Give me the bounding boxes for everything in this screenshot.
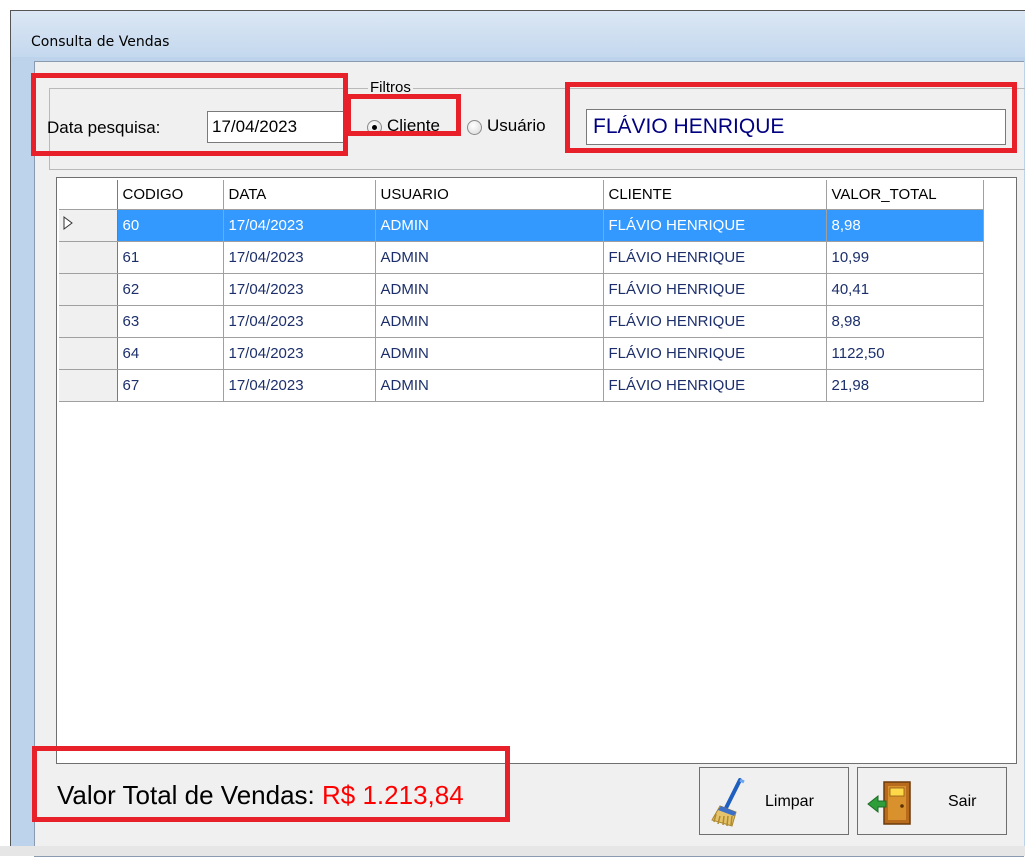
radio-usuario[interactable] — [467, 120, 482, 135]
cell-codigo[interactable]: 62 — [117, 273, 224, 306]
cell-cliente[interactable]: FLÁVIO HENRIQUE — [603, 273, 827, 306]
cell-usuario[interactable]: ADMIN — [375, 209, 604, 242]
cell-valor-total[interactable]: 1122,50 — [826, 337, 984, 370]
cell-codigo[interactable]: 61 — [117, 241, 224, 274]
table-row[interactable]: 61 17/04/2023 ADMIN FLÁVIO HENRIQUE 10,9… — [59, 241, 984, 274]
highlight-date-filter — [31, 73, 348, 156]
title-bar: Consulta de Vendas — [11, 11, 1025, 57]
col-header-valor-total[interactable]: VALOR_TOTAL — [826, 180, 984, 210]
cell-codigo[interactable]: 63 — [117, 305, 224, 338]
window-title: Consulta de Vendas — [31, 34, 170, 50]
window-bottom-edge — [0, 846, 1025, 856]
cell-data[interactable]: 17/04/2023 — [223, 337, 376, 370]
cell-data[interactable]: 17/04/2023 — [223, 241, 376, 274]
cell-valor-total[interactable]: 10,99 — [826, 241, 984, 274]
highlight-cliente-radio — [346, 94, 461, 136]
row-header[interactable] — [59, 241, 118, 274]
table-row[interactable]: 67 17/04/2023 ADMIN FLÁVIO HENRIQUE 21,9… — [59, 369, 984, 402]
cell-codigo[interactable]: 64 — [117, 337, 224, 370]
cell-usuario[interactable]: ADMIN — [375, 369, 604, 402]
col-header-usuario[interactable]: USUARIO — [375, 180, 604, 210]
exit-button[interactable]: Sair — [857, 767, 1007, 835]
form-client-area: Filtros Data pesquisa: Cliente Usuário C… — [34, 61, 1025, 857]
sales-table: CODIGO DATA USUARIO CLIENTE VALOR_TOTAL — [59, 180, 984, 402]
table-row[interactable]: 64 17/04/2023 ADMIN FLÁVIO HENRIQUE 1122… — [59, 337, 984, 370]
cell-valor-total[interactable]: 40,41 — [826, 273, 984, 306]
cell-cliente[interactable]: FLÁVIO HENRIQUE — [603, 305, 827, 338]
grid-corner — [59, 180, 118, 210]
cell-usuario[interactable]: ADMIN — [375, 241, 604, 274]
cell-codigo[interactable]: 60 — [117, 209, 224, 242]
table-row[interactable]: 63 17/04/2023 ADMIN FLÁVIO HENRIQUE 8,98 — [59, 305, 984, 338]
clear-button[interactable]: Limpar — [699, 767, 849, 835]
cell-codigo[interactable]: 67 — [117, 369, 224, 402]
cell-data[interactable]: 17/04/2023 — [223, 273, 376, 306]
cell-data[interactable]: 17/04/2023 — [223, 209, 376, 242]
broom-icon — [710, 778, 756, 833]
radio-usuario-label[interactable]: Usuário — [487, 116, 546, 136]
cell-cliente[interactable]: FLÁVIO HENRIQUE — [603, 337, 827, 370]
cell-valor-total[interactable]: 21,98 — [826, 369, 984, 402]
cell-valor-total[interactable]: 8,98 — [826, 305, 984, 338]
cell-valor-total[interactable]: 8,98 — [826, 209, 984, 242]
row-header[interactable] — [59, 273, 118, 306]
exit-door-icon — [866, 778, 918, 833]
highlight-total-sales — [32, 746, 510, 822]
row-header[interactable] — [59, 305, 118, 338]
cell-usuario[interactable]: ADMIN — [375, 305, 604, 338]
cell-data[interactable]: 17/04/2023 — [223, 305, 376, 338]
col-header-data[interactable]: DATA — [223, 180, 376, 210]
cell-usuario[interactable]: ADMIN — [375, 273, 604, 306]
col-header-codigo[interactable]: CODIGO — [117, 180, 224, 210]
current-row-arrow-icon — [62, 216, 74, 230]
cell-cliente[interactable]: FLÁVIO HENRIQUE — [603, 241, 827, 274]
table-row[interactable]: 60 17/04/2023 ADMIN FLÁVIO HENRIQUE 8,98 — [59, 209, 984, 242]
row-header[interactable] — [59, 337, 118, 370]
grid-header-row: CODIGO DATA USUARIO CLIENTE VALOR_TOTAL — [59, 180, 984, 210]
exit-button-label: Sair — [948, 793, 977, 810]
cell-cliente[interactable]: FLÁVIO HENRIQUE — [603, 209, 827, 242]
table-row[interactable]: 62 17/04/2023 ADMIN FLÁVIO HENRIQUE 40,4… — [59, 273, 984, 306]
col-header-cliente[interactable]: CLIENTE — [603, 180, 827, 210]
highlight-search-name — [565, 82, 1017, 153]
cell-cliente[interactable]: FLÁVIO HENRIQUE — [603, 369, 827, 402]
row-header[interactable] — [59, 209, 118, 242]
cell-data[interactable]: 17/04/2023 — [223, 369, 376, 402]
clear-button-label: Limpar — [765, 793, 814, 810]
cell-usuario[interactable]: ADMIN — [375, 337, 604, 370]
row-header[interactable] — [59, 369, 118, 402]
sales-grid[interactable]: CODIGO DATA USUARIO CLIENTE VALOR_TOTAL — [56, 177, 1017, 764]
